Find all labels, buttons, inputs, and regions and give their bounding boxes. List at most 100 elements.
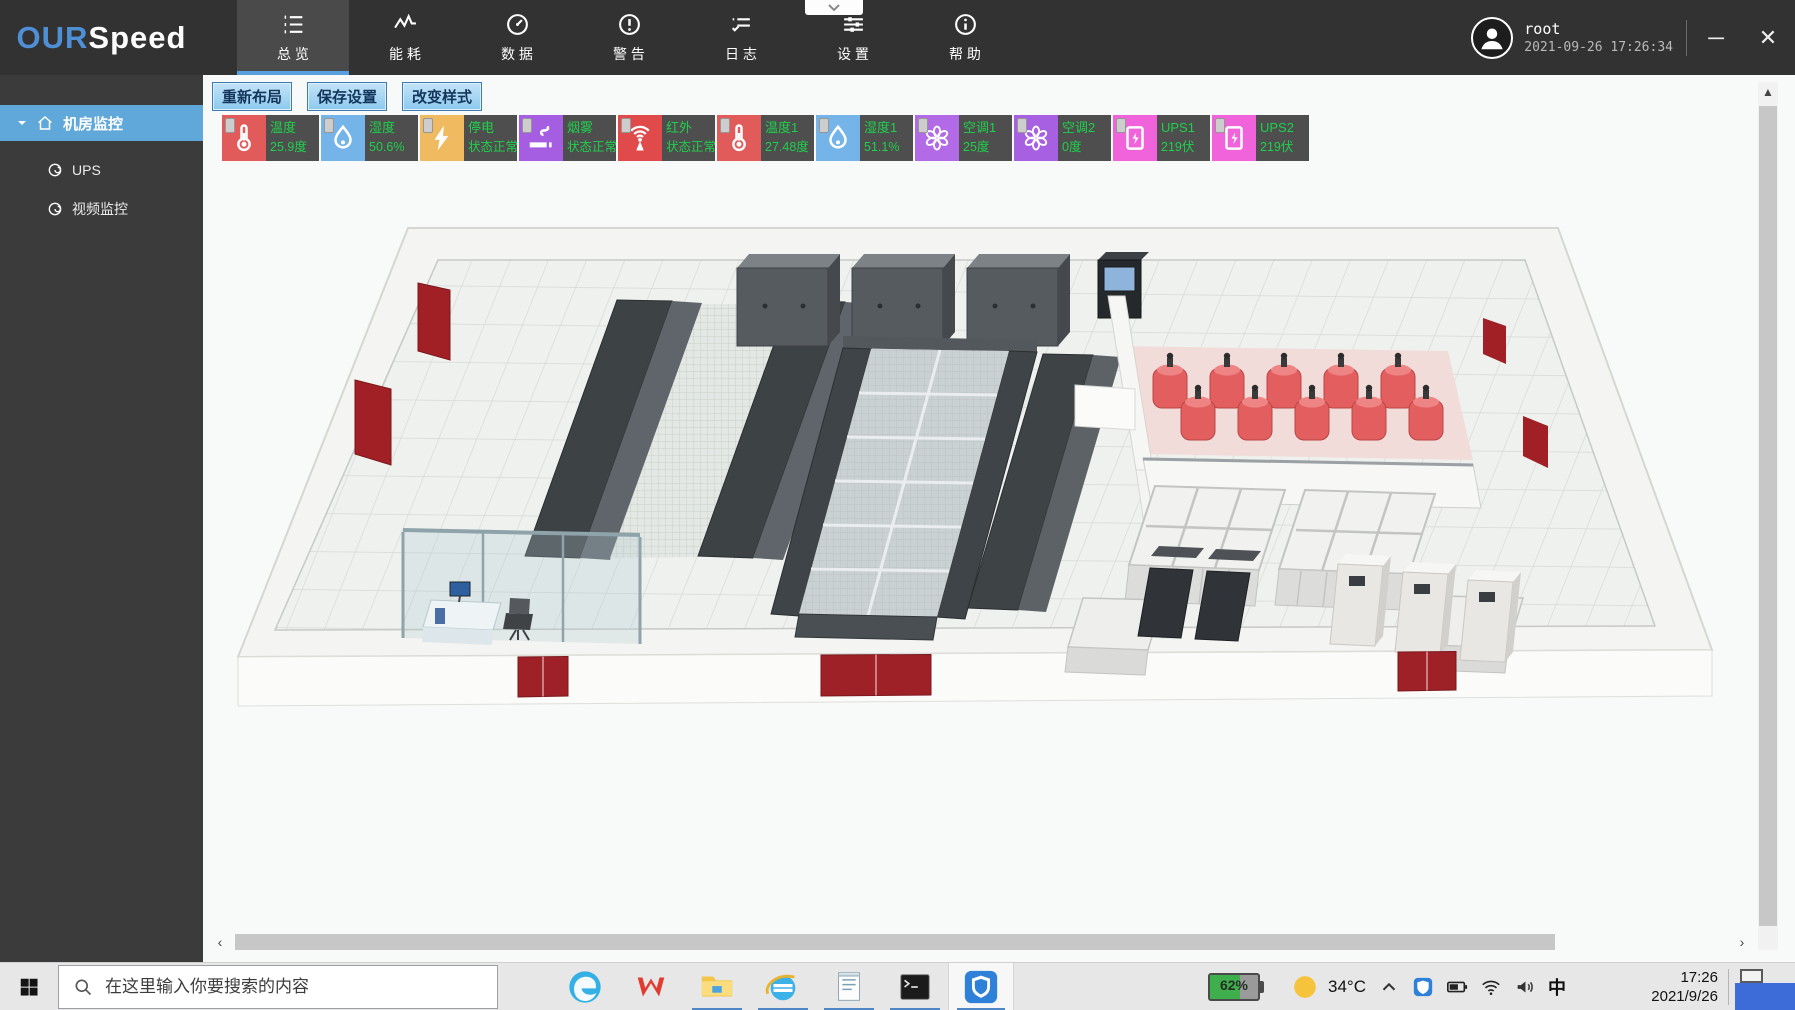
nav-tab-6[interactable]: 帮 助: [909, 0, 1021, 75]
header-divider: [1686, 20, 1687, 56]
sensor-value: 状态正常: [468, 138, 515, 156]
dial-icon: [47, 162, 63, 178]
sensor-badge-3[interactable]: 烟雾 状态正常: [519, 115, 616, 161]
nav-tab-3[interactable]: 警 告: [573, 0, 685, 75]
taskbar-app-cmd[interactable]: [882, 963, 948, 1010]
toolbar-button-2[interactable]: 改变样式: [402, 82, 482, 111]
sensor-label: 温度1: [765, 119, 812, 138]
tray-shield-icon[interactable]: [1412, 976, 1434, 998]
taskbar-divider: [1728, 969, 1729, 1005]
badge-handle: [225, 118, 235, 133]
vertical-scrollbar[interactable]: ▲: [1758, 82, 1778, 950]
speaker-icon[interactable]: [1514, 976, 1536, 998]
horizontal-scroll-thumb[interactable]: [235, 934, 1555, 950]
clock-time: 17:26: [1680, 968, 1718, 988]
logo-part-1: OUR: [17, 20, 89, 56]
nav-label: 警 告: [613, 44, 645, 64]
badge-handle: [1017, 118, 1027, 133]
horizontal-scrollbar[interactable]: ‹ ›: [211, 933, 1751, 951]
taskbar-app-edge[interactable]: [552, 963, 618, 1010]
weather-temp: 34°C: [1328, 977, 1366, 997]
sensor-badge-0[interactable]: 温度 25.9度: [222, 115, 319, 161]
sidebar-label: UPS: [72, 162, 101, 178]
windows-logo-icon: [18, 976, 40, 998]
taskbar-app-ie[interactable]: [750, 963, 816, 1010]
scroll-left-arrow-icon[interactable]: ‹: [211, 933, 229, 951]
sensor-badge-1[interactable]: 湿度 50.6%: [321, 115, 418, 161]
scroll-right-arrow-icon[interactable]: ›: [1733, 933, 1751, 951]
collapse-header-tab[interactable]: [805, 0, 863, 15]
nav-tab-1[interactable]: 能 耗: [349, 0, 461, 75]
nav-label: 总 览: [277, 44, 309, 64]
gauge-icon: [505, 12, 530, 37]
user-block[interactable]: root 2021-09-26 17:26:34: [1471, 0, 1673, 75]
ime-indicator[interactable]: 中: [1548, 974, 1566, 1000]
badge-handle: [720, 118, 730, 133]
sensor-label: 湿度: [369, 119, 416, 138]
nav-label: 设 置: [837, 44, 869, 64]
sensor-badge-10[interactable]: UPS2 219伏: [1212, 115, 1309, 161]
nav-tab-4[interactable]: 日 志: [685, 0, 797, 75]
sidebar-item-1[interactable]: UPS: [0, 162, 203, 178]
minimize-button[interactable]: ─: [1689, 0, 1743, 75]
vertical-scroll-thumb[interactable]: [1759, 106, 1777, 926]
toolbar-button-0[interactable]: 重新布局: [212, 82, 292, 111]
sensor-label: 停电: [468, 119, 515, 138]
weather-widget[interactable]: 34°C: [1292, 963, 1366, 1010]
alert-icon: [617, 12, 642, 37]
sensor-badge-5[interactable]: 温度1 27.48度: [717, 115, 814, 161]
battery-nub: [1260, 981, 1264, 993]
sensor-badge-2[interactable]: 停电 状态正常: [420, 115, 517, 161]
nav-tab-0[interactable]: 总 览: [237, 0, 349, 75]
wifi-icon[interactable]: [1480, 976, 1502, 998]
sensor-badge-7[interactable]: 空调1 25度: [915, 115, 1012, 161]
user-icon: [1477, 23, 1507, 53]
sidebar-label: 机房监控: [63, 113, 123, 134]
nav-label: 日 志: [725, 44, 757, 64]
sidebar-item-2[interactable]: 视频监控: [0, 199, 203, 219]
close-button[interactable]: ✕: [1741, 0, 1795, 75]
sidebar: 机房监控 UPS 视频监控: [0, 75, 203, 962]
badge-handle: [1215, 118, 1225, 133]
notification-rect-icon[interactable]: [1740, 969, 1763, 983]
sensor-badge-4[interactable]: 红外 状态正常: [618, 115, 715, 161]
edge-icon: [566, 968, 604, 1006]
tray-battery-icon[interactable]: [1446, 976, 1468, 998]
badge-handle: [918, 118, 928, 133]
search-input[interactable]: [105, 977, 483, 997]
chevron-up-icon[interactable]: [1378, 976, 1400, 998]
sensor-badge-8[interactable]: 空调2 0度: [1014, 115, 1111, 161]
shield-app-icon: [962, 968, 1000, 1006]
title-bar: OURSpeed 总 览 能 耗 数 据 警 告 日 志 设 置 帮 助 roo: [0, 0, 1795, 75]
popup-window-corner[interactable]: [1735, 983, 1795, 1010]
sidebar-item-0[interactable]: 机房监控: [0, 105, 203, 141]
taskbar-clock[interactable]: 17:26 2021/9/26: [1614, 963, 1718, 1010]
sensor-label: 空调1: [963, 119, 1010, 138]
badge-handle: [423, 118, 433, 133]
nav-label: 帮 助: [949, 44, 981, 64]
system-tray: 中: [1378, 963, 1566, 1010]
start-button[interactable]: [0, 963, 58, 1010]
sensor-badge-row: 温度 25.9度 湿度 50.6% 停电 状态正常 烟雾 状态正常: [222, 115, 1309, 161]
office-partition: [403, 530, 640, 645]
notepad-icon: [830, 968, 868, 1006]
log-icon: [729, 12, 754, 37]
user-texts: root 2021-09-26 17:26:34: [1524, 20, 1673, 55]
toolbar-button-1[interactable]: 保存设置: [307, 82, 387, 111]
avatar[interactable]: [1471, 17, 1513, 59]
taskbar-app-shield-app[interactable]: [948, 963, 1014, 1010]
file-explorer-icon: [698, 968, 736, 1006]
sensor-badge-9[interactable]: UPS1 219伏: [1113, 115, 1210, 161]
taskbar-app-wps[interactable]: [618, 963, 684, 1010]
scroll-up-arrow-icon[interactable]: ▲: [1758, 82, 1778, 102]
sensor-badge-6[interactable]: 湿度1 51.1%: [816, 115, 913, 161]
taskbar-search[interactable]: [58, 965, 498, 1009]
energy-icon: [393, 12, 418, 37]
badge-handle: [522, 118, 532, 133]
nav-tab-2[interactable]: 数 据: [461, 0, 573, 75]
sensor-value: 25度: [963, 138, 1010, 156]
taskbar-app-notepad[interactable]: [816, 963, 882, 1010]
taskbar-app-file-explorer[interactable]: [684, 963, 750, 1010]
sensor-value: 50.6%: [369, 138, 416, 156]
battery-percent-widget[interactable]: 62%: [1208, 973, 1266, 1001]
